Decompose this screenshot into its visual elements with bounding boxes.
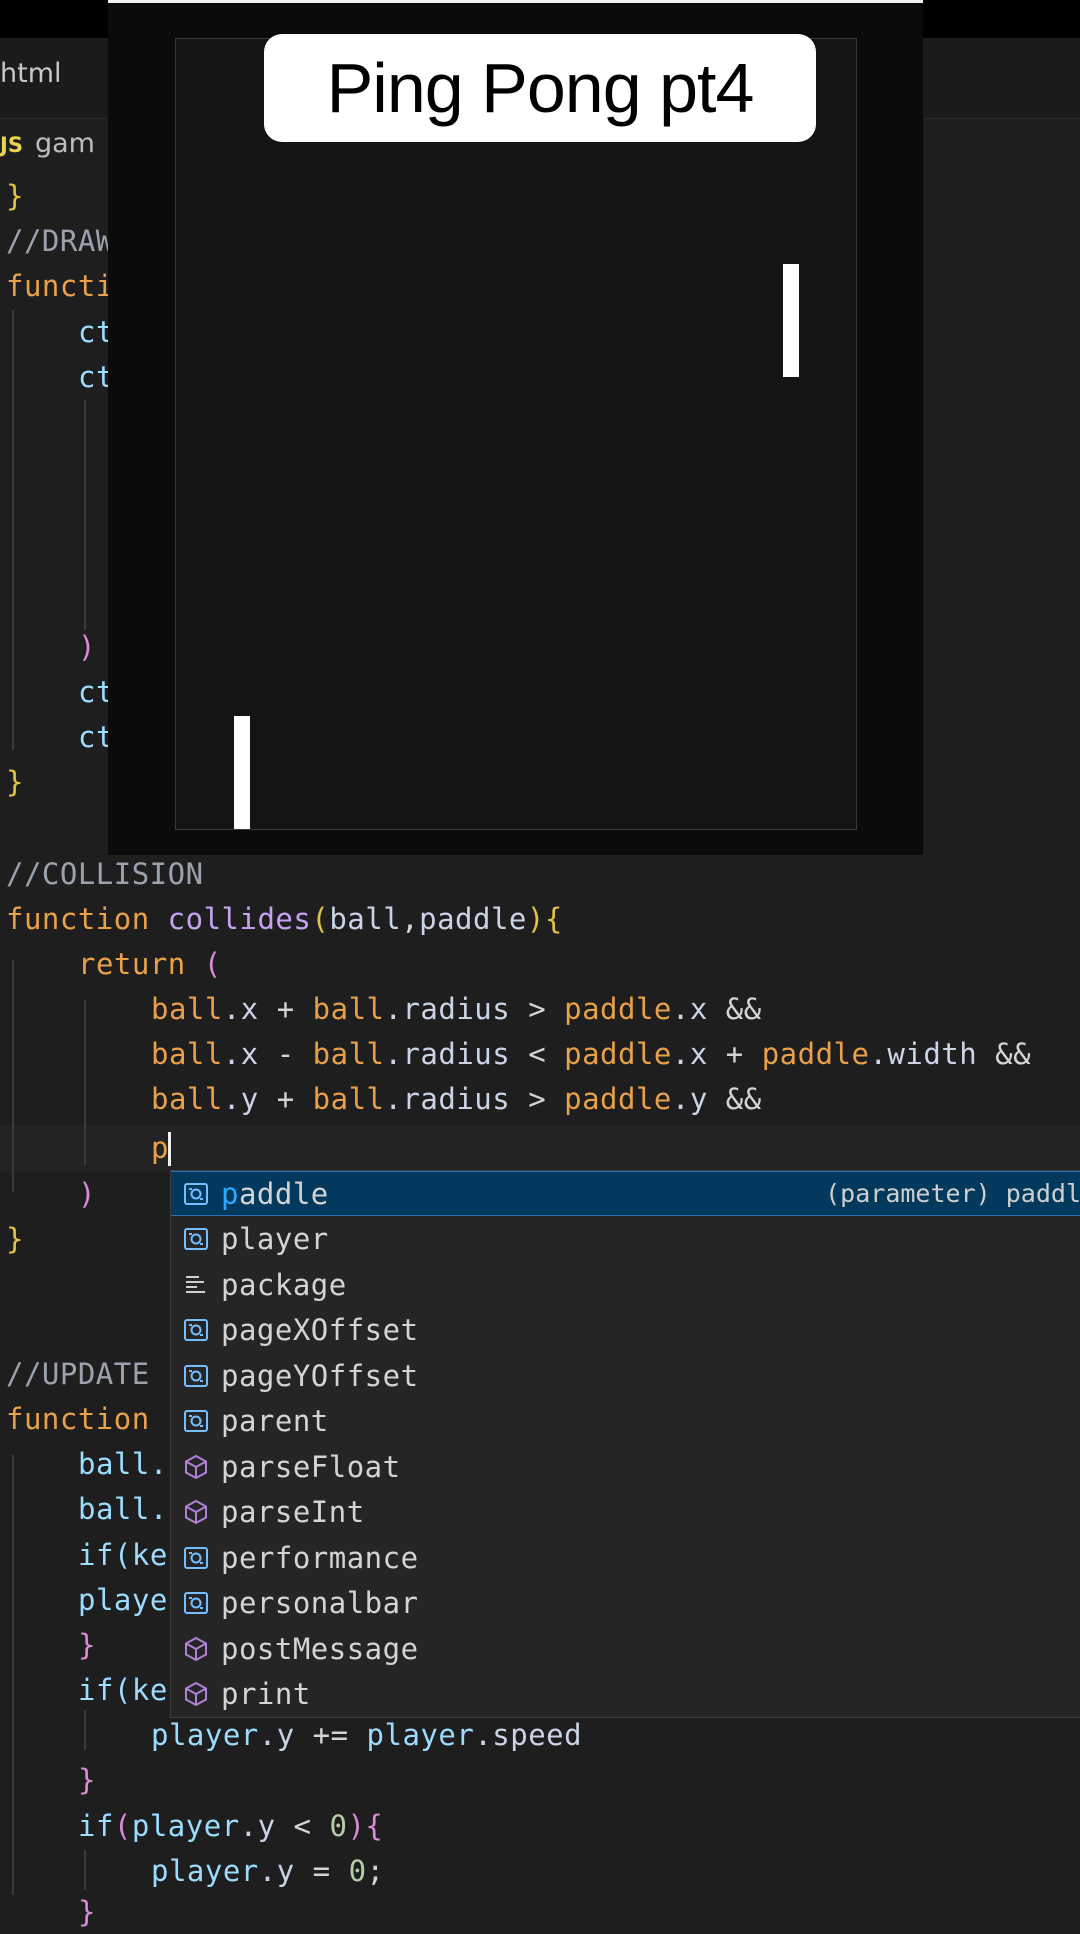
suggest-item-print[interactable]: print [171, 1672, 1080, 1717]
code-line: if(ke [78, 1673, 168, 1707]
indent-guide [84, 400, 86, 630]
game-preview-top-border [108, 0, 923, 3]
indent-guide [84, 1850, 86, 1890]
code-line: //UPDATE [6, 1357, 150, 1391]
variable-icon [181, 1315, 211, 1345]
code-line-typing: p [151, 1131, 169, 1165]
suggest-item-label: postMessage [221, 1632, 419, 1666]
suggest-item-detail: (parameter) paddl [825, 1179, 1080, 1208]
code-line: ) [78, 630, 96, 664]
code-line: if(ke [78, 1538, 168, 1572]
code-line: ) [78, 1177, 96, 1211]
video-title-overlay: Ping Pong pt4 [264, 34, 816, 142]
code-line: } [6, 765, 24, 799]
method-icon [181, 1497, 211, 1527]
game-canvas[interactable] [175, 38, 857, 830]
code-line: if(player.y < 0){ [78, 1809, 384, 1843]
suggest-item-package[interactable]: package [171, 1262, 1080, 1307]
variable-icon [181, 1588, 211, 1618]
video-title: Ping Pong pt4 [326, 49, 755, 127]
code-line: //COLLISION [6, 857, 204, 891]
suggest-item-text: pageXOffset [221, 1313, 419, 1347]
suggest-item-label: pageXOffset [221, 1313, 419, 1347]
code-line: } [78, 1763, 96, 1797]
suggest-item-text: addle [238, 1176, 329, 1211]
suggest-item-text: package [221, 1267, 347, 1302]
variable-icon [181, 1543, 211, 1573]
suggest-item-label: parseInt [221, 1495, 365, 1529]
suggest-item-text: personalbar [221, 1586, 419, 1620]
code-line: function [6, 1402, 150, 1436]
code-line: } [6, 1222, 24, 1256]
suggest-item-pageXOffset[interactable]: pageXOffset [171, 1308, 1080, 1353]
indent-guide [84, 1710, 86, 1750]
code-line: player.y += player.speed [151, 1718, 583, 1752]
code-line: functi [6, 269, 114, 303]
indent-guide [12, 310, 14, 750]
code-line: player.y = 0; [151, 1854, 385, 1888]
code-line: ball.y + ball.radius > paddle.y && [151, 1082, 762, 1116]
variable-icon [181, 1224, 211, 1254]
suggest-item-text: parseFloat [221, 1449, 401, 1484]
method-icon [181, 1679, 211, 1709]
variable-icon [181, 1179, 211, 1209]
suggest-item-text: player [221, 1222, 329, 1256]
suggest-item-parseInt[interactable]: parseInt [171, 1490, 1080, 1535]
suggest-item-postMessage[interactable]: postMessage [171, 1626, 1080, 1671]
code-line: ball.x + ball.radius > paddle.x && [151, 992, 762, 1026]
suggest-item-label: personalbar [221, 1586, 419, 1620]
code-line: ball. [78, 1492, 168, 1526]
method-icon [181, 1634, 211, 1664]
suggest-item-addle[interactable]: paddle (parameter) paddl [171, 1171, 1080, 1216]
suggest-item-label: parseFloat [221, 1450, 401, 1484]
variable-icon [181, 1406, 211, 1436]
suggest-item-text: performance [221, 1540, 419, 1575]
suggest-item-parseFloat[interactable]: parseFloat [171, 1444, 1080, 1489]
code-line: } [78, 1628, 96, 1662]
code-line: } [78, 1895, 96, 1929]
variable-icon [181, 1361, 211, 1391]
code-line: function collides(ball,paddle){ [6, 902, 563, 936]
suggest-match-highlight: p [221, 1176, 239, 1211]
method-icon [181, 1452, 211, 1482]
text-cursor [168, 1132, 171, 1166]
suggest-item-label: print [221, 1677, 311, 1711]
indent-guide [12, 1455, 14, 1895]
suggest-item-text: parseInt [221, 1495, 365, 1529]
suggest-item-performance[interactable]: performance [171, 1535, 1080, 1580]
suggest-item-label: player [221, 1222, 329, 1256]
suggest-item-text: parent [221, 1404, 329, 1438]
code-line: return ( [78, 947, 222, 981]
code-line: ball.x - ball.radius < paddle.x + paddle… [151, 1037, 1032, 1071]
suggest-item-personalbar[interactable]: personalbar [171, 1581, 1080, 1626]
suggest-item-text: print [221, 1677, 311, 1711]
suggest-item-label: parent [221, 1404, 329, 1438]
suggest-item-player[interactable]: player [171, 1217, 1080, 1262]
code-line: playe [78, 1583, 168, 1617]
module-icon [181, 1270, 211, 1300]
code-line: } [6, 179, 24, 213]
suggest-item-text: postMessage [221, 1631, 419, 1666]
suggest-item-label: pageYOffset [221, 1359, 419, 1393]
code-line: //DRAW [6, 224, 114, 258]
suggest-item-pageYOffset[interactable]: pageYOffset [171, 1353, 1080, 1398]
suggest-item-label: package [221, 1268, 347, 1302]
autocomplete-suggest-widget[interactable]: paddle (parameter) paddl player package page… [170, 1170, 1080, 1718]
indent-guide [84, 1000, 86, 1165]
suggest-item-label: performance [221, 1541, 419, 1575]
player-paddle [234, 716, 250, 829]
suggest-item-text: pageYOffset [221, 1358, 419, 1393]
suggest-item-label: paddle [221, 1177, 329, 1211]
indent-guide [12, 960, 14, 1192]
code-line: ball. [78, 1447, 168, 1481]
ai-paddle [783, 264, 799, 377]
suggest-item-parent[interactable]: parent [171, 1399, 1080, 1444]
